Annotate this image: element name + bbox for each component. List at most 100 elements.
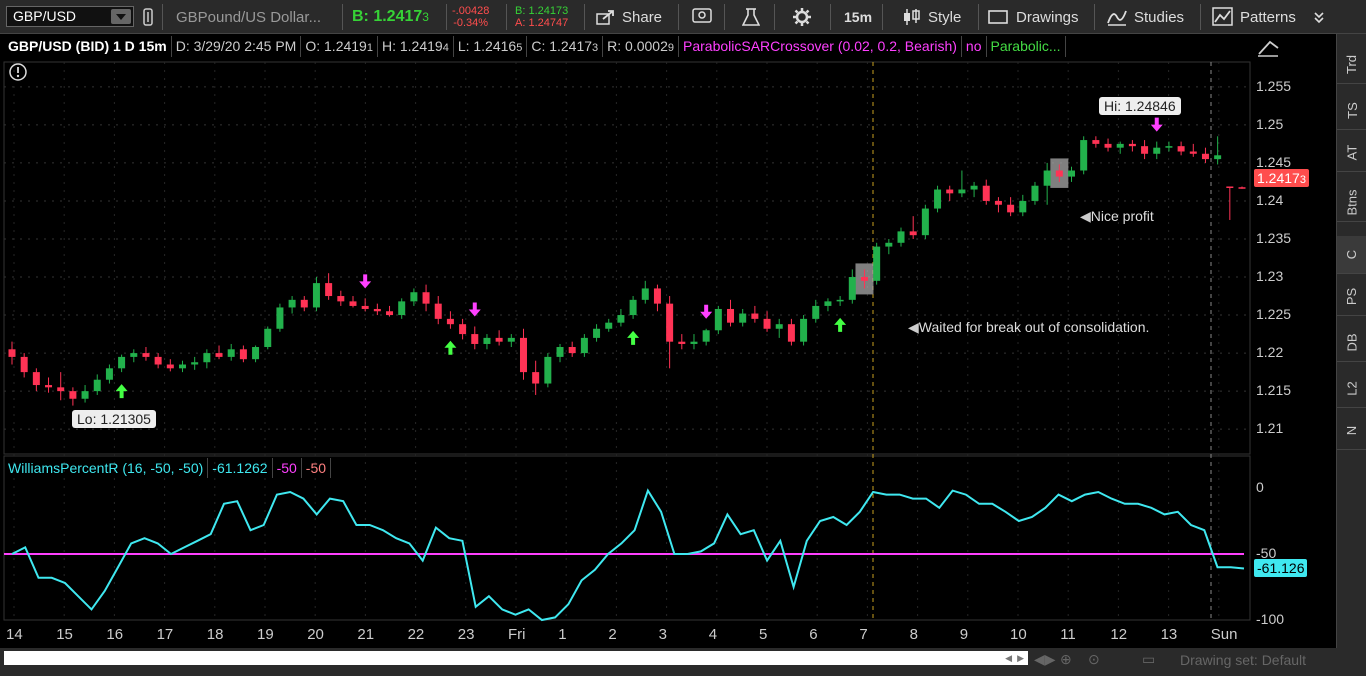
- study-info-bar: WilliamsPercentR (16, -50, -50) -61.1262…: [4, 458, 332, 478]
- zoom-icon[interactable]: ⊙: [1088, 651, 1100, 668]
- candle: [1201, 147, 1209, 163]
- message-icon[interactable]: [692, 0, 714, 34]
- sell-arrow-icon: [468, 302, 481, 317]
- candle: [1116, 141, 1124, 154]
- candle: [812, 299, 820, 323]
- candle: [1043, 162, 1051, 205]
- candle: [337, 290, 345, 306]
- symbol-selector[interactable]: GBP/USD: [6, 6, 134, 27]
- time-tick-label: 23: [457, 626, 475, 643]
- time-tick-label: 13: [1160, 626, 1178, 643]
- candle: [593, 324, 601, 342]
- candle: [434, 296, 442, 325]
- side-tab-at[interactable]: AT: [1337, 134, 1366, 172]
- candle: [519, 328, 527, 380]
- note-waited-breakout[interactable]: ◀Waited for break out of consolidation.: [908, 319, 1149, 336]
- candle: [568, 341, 576, 357]
- side-tab-l2[interactable]: L2: [1337, 370, 1366, 408]
- study-label-sar[interactable]: ParabolicSARCrossover (0.02, 0.2, Bearis…: [679, 36, 962, 57]
- drawing-set-icon[interactable]: ▭: [1142, 651, 1155, 668]
- expand-icon[interactable]: ◀▶: [1034, 651, 1056, 668]
- candle: [93, 374, 101, 395]
- time-tick-label: 17: [156, 626, 174, 643]
- link-icon[interactable]: [142, 0, 154, 34]
- flask-icon[interactable]: [742, 0, 760, 34]
- time-tick-label: 18: [206, 626, 224, 643]
- share-icon: [596, 10, 614, 25]
- buy-arrow-icon: [627, 330, 640, 345]
- style-button[interactable]: Style: [902, 0, 961, 34]
- wpr-study-label[interactable]: WilliamsPercentR (16, -50, -50): [4, 458, 209, 478]
- candle: [1141, 140, 1149, 160]
- more-chevron-icon[interactable]: [1312, 0, 1326, 34]
- chart-info-bar: GBP/USD (BID) 1 D 15m D: 3/29/20 2:45 PM…: [4, 36, 1066, 57]
- alert-icon: [9, 63, 27, 81]
- candle: [105, 364, 113, 384]
- symbol-description: GBPound/US Dollar...: [176, 8, 322, 26]
- chevron-down-icon[interactable]: [111, 9, 131, 24]
- time-tick-label: 8: [909, 626, 918, 643]
- candle: [617, 308, 625, 327]
- candle: [349, 296, 357, 308]
- candle: [325, 273, 333, 300]
- side-tab-btns[interactable]: Btns: [1337, 184, 1366, 222]
- price-tick-label: 1.225: [1256, 306, 1292, 323]
- time-scrollbar[interactable]: ◀ ▶: [4, 651, 1028, 665]
- candle: [751, 305, 759, 323]
- candle: [970, 181, 978, 198]
- patterns-button[interactable]: Patterns: [1212, 0, 1296, 34]
- price-tick-label: 1.22: [1256, 344, 1284, 361]
- drawings-button[interactable]: Drawings: [988, 0, 1079, 34]
- candle: [1153, 141, 1161, 160]
- candle: [1080, 136, 1088, 175]
- candle: [885, 238, 893, 255]
- candle: [69, 387, 77, 406]
- candle: [1128, 140, 1136, 152]
- candle: [1068, 166, 1076, 182]
- candle: [142, 347, 150, 361]
- candle: [264, 326, 272, 350]
- gear-icon[interactable]: [792, 0, 812, 34]
- sell-arrow-icon: [700, 304, 713, 319]
- side-tab-ps[interactable]: PS: [1337, 278, 1366, 316]
- sell-arrow-icon: [359, 274, 372, 289]
- time-tick-label: 11: [1060, 626, 1076, 643]
- drawing-set-label[interactable]: Drawing set: Default: [1180, 652, 1306, 668]
- candle: [605, 318, 613, 332]
- time-tick-label: 7: [859, 626, 868, 643]
- wpr-under: -50: [302, 458, 332, 478]
- study-label-parabolic[interactable]: Parabolic...: [987, 36, 1066, 57]
- crosshair-icon[interactable]: ⊕: [1060, 651, 1072, 668]
- candle: [1238, 186, 1246, 189]
- side-tab-ts[interactable]: TS: [1337, 92, 1366, 130]
- candle: [32, 368, 40, 392]
- side-tab-trd[interactable]: Trd: [1337, 46, 1366, 84]
- time-tick-label: 2: [608, 626, 617, 643]
- candle: [398, 298, 406, 319]
- chart-area[interactable]: GBP/USD (BID) 1 D 15m D: 3/29/20 2:45 PM…: [0, 34, 1336, 648]
- bar-close: C: 1.24173: [527, 36, 604, 57]
- candle: [483, 334, 491, 350]
- candle: [994, 197, 1002, 213]
- candle: [836, 296, 844, 306]
- wpr-value-badge: -61.126: [1254, 559, 1308, 577]
- side-tab-c[interactable]: C: [1337, 236, 1366, 274]
- candle: [824, 298, 832, 312]
- candle: [288, 296, 296, 314]
- candle: [775, 318, 783, 338]
- candle: [410, 288, 418, 306]
- candle: [422, 284, 430, 312]
- price-chart[interactable]: [0, 34, 1336, 648]
- timeframe-button[interactable]: 15m: [844, 0, 872, 34]
- price-tick-label: 1.215: [1256, 382, 1292, 399]
- candle: [739, 308, 747, 327]
- share-button[interactable]: Share: [596, 0, 662, 34]
- side-tab-n[interactable]: N: [1337, 412, 1366, 450]
- side-tab-db[interactable]: DB: [1337, 324, 1366, 362]
- studies-button[interactable]: Studies: [1106, 0, 1184, 34]
- candle: [178, 360, 186, 373]
- candle: [1214, 136, 1222, 165]
- time-tick-label: 19: [257, 626, 274, 643]
- candle: [1165, 141, 1173, 152]
- note-nice-profit[interactable]: ◀Nice profit: [1080, 208, 1154, 225]
